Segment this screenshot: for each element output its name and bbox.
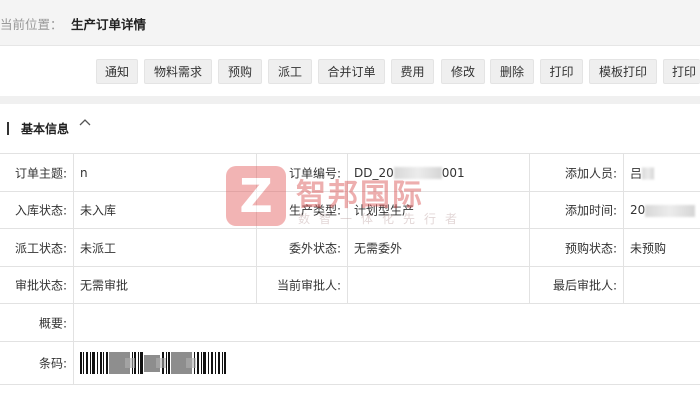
print-button[interactable]: 打印	[540, 59, 583, 84]
order-subject-value: n	[74, 154, 257, 191]
dispatch-status-label: 派工状态:	[0, 229, 74, 266]
table-row: 条码:	[0, 342, 700, 385]
merge-order-button[interactable]: 合并订单	[318, 59, 385, 84]
section-title: 基本信息	[21, 122, 70, 136]
table-row: 入库状态: 未入库 生产类型: 计划型生产 添加时间: 20	[0, 192, 700, 229]
prepurchase-status-label: 预购状态:	[530, 229, 624, 266]
toolbar: 通知 物料需求 预购 派工 合并订单 费用 修改 删除 打印 模板打印 打印	[0, 46, 700, 96]
summary-value	[74, 304, 700, 341]
current-approver-label: 当前审批人:	[257, 267, 348, 303]
print-more-button[interactable]: 打印	[663, 59, 700, 84]
outsource-status-value: 无需委外	[348, 229, 530, 266]
section-marker	[7, 122, 9, 135]
breadcrumb-bar: 当前位置： 生产订单详情	[0, 0, 700, 46]
prepurchase-button[interactable]: 预购	[218, 59, 262, 84]
section-separator	[0, 96, 700, 104]
stock-status-label: 入库状态:	[0, 192, 74, 228]
delete-button[interactable]: 删除	[490, 59, 534, 84]
barcode-image	[80, 352, 226, 374]
added-time-value: 20	[624, 192, 700, 228]
outsource-status-label: 委外状态:	[257, 229, 348, 266]
detail-table: 订单主题: n 订单编号: DD_20 001 添加人员: 吕 入库状态: 未入库…	[0, 153, 700, 385]
dispatch-button[interactable]: 派工	[268, 59, 312, 84]
last-approver-label: 最后审批人:	[530, 267, 624, 303]
page-title: 生产订单详情	[71, 17, 147, 32]
table-row: 派工状态: 未派工 委外状态: 无需委外 预购状态: 未预购	[0, 229, 700, 267]
barcode-value	[74, 342, 700, 384]
order-no-label: 订单编号:	[257, 154, 348, 191]
current-approver-value	[348, 267, 530, 303]
stock-status-value: 未入库	[74, 192, 257, 228]
order-no-value: DD_20 001	[348, 154, 530, 191]
dispatch-status-value: 未派工	[74, 229, 257, 266]
table-row: 概要:	[0, 304, 700, 342]
section-header[interactable]: 基本信息	[0, 104, 700, 150]
table-row: 审批状态: 无需审批 当前审批人: 最后审批人:	[0, 267, 700, 304]
production-type-value: 计划型生产	[348, 192, 530, 228]
approval-status-value: 无需审批	[74, 267, 257, 303]
prepurchase-status-value: 未预购	[630, 241, 667, 255]
notify-button[interactable]: 通知	[96, 59, 138, 84]
approval-status-label: 审批状态:	[0, 267, 74, 303]
added-time-label: 添加时间:	[530, 192, 624, 228]
breadcrumb-label: 当前位置：	[0, 17, 63, 32]
added-by-value: 吕	[624, 154, 700, 191]
material-demand-button[interactable]: 物料需求	[144, 59, 212, 84]
last-approver-value	[624, 267, 700, 303]
added-by-label: 添加人员:	[530, 154, 624, 191]
order-subject-label: 订单主题:	[0, 154, 74, 191]
template-print-button[interactable]: 模板打印	[589, 59, 657, 84]
edit-button[interactable]: 修改	[441, 59, 485, 84]
table-row: 订单主题: n 订单编号: DD_20 001 添加人员: 吕	[0, 154, 700, 192]
cost-button[interactable]: 费用	[391, 59, 434, 84]
chevron-up-icon[interactable]	[78, 116, 92, 130]
barcode-label: 条码:	[0, 342, 74, 384]
production-type-label: 生产类型:	[257, 192, 348, 228]
summary-label: 概要:	[0, 304, 74, 341]
